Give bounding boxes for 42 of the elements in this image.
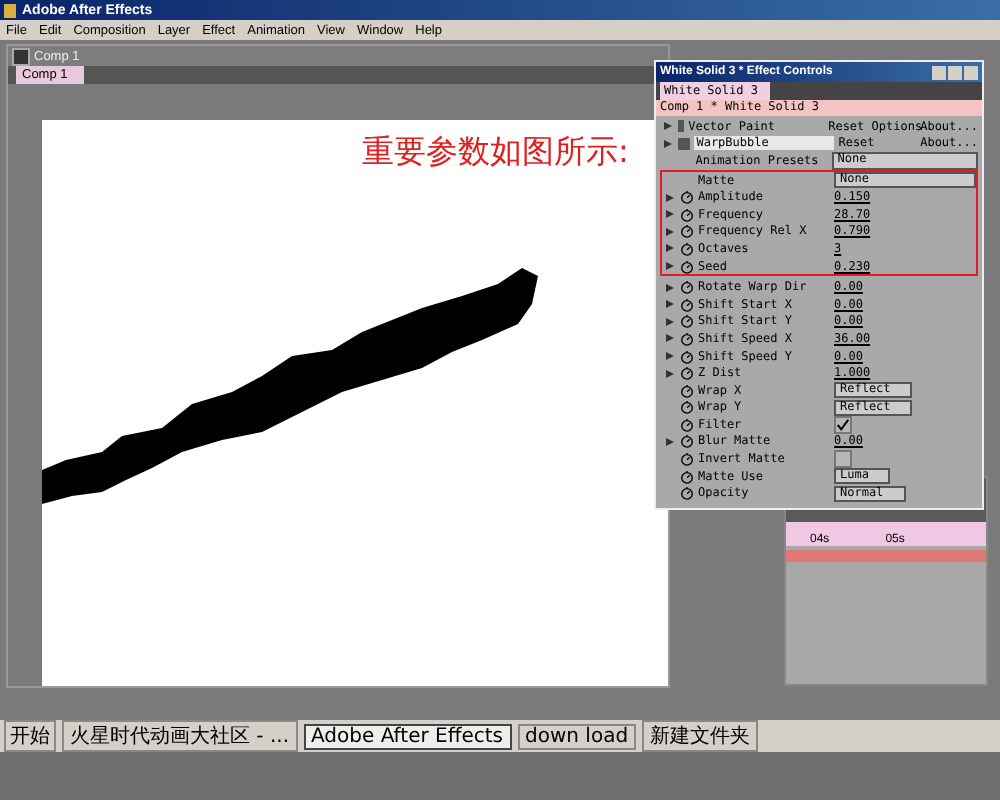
app-icon bbox=[4, 3, 16, 17]
taskbar-button[interactable]: 新建文件夹 bbox=[642, 720, 759, 752]
expand-triangle-icon[interactable] bbox=[666, 283, 674, 292]
comp-icon bbox=[12, 47, 30, 65]
annotation-text: 重要参数如图所示: bbox=[362, 132, 629, 174]
stopwatch-icon[interactable] bbox=[680, 207, 694, 222]
taskbar-button[interactable]: 火星时代动画大社区 - ... bbox=[62, 720, 298, 752]
stopwatch-icon[interactable] bbox=[680, 452, 694, 467]
expand-triangle-icon[interactable] bbox=[666, 262, 674, 271]
stopwatch-icon[interactable] bbox=[680, 417, 694, 432]
expand-triangle-icon[interactable] bbox=[666, 317, 674, 326]
expand-triangle-icon[interactable] bbox=[666, 437, 674, 446]
stopwatch-icon[interactable] bbox=[680, 469, 694, 484]
stopwatch-icon[interactable] bbox=[680, 434, 694, 449]
taskbar-button[interactable]: Adobe After Effects bbox=[303, 723, 512, 749]
taskbar-button[interactable]: down load bbox=[517, 723, 637, 749]
stopwatch-icon[interactable] bbox=[680, 224, 694, 239]
maximize-button[interactable] bbox=[948, 65, 962, 79]
stopwatch-icon[interactable] bbox=[680, 297, 694, 312]
minimize-button[interactable] bbox=[932, 65, 946, 79]
start-button[interactable]: 开始 bbox=[4, 720, 56, 752]
stopwatch-icon[interactable] bbox=[680, 280, 694, 295]
stopwatch-icon[interactable] bbox=[680, 314, 694, 329]
stopwatch-icon[interactable] bbox=[680, 349, 694, 364]
expand-triangle-icon[interactable] bbox=[666, 210, 674, 219]
stopwatch-icon[interactable] bbox=[680, 366, 694, 381]
expand-triangle-icon[interactable] bbox=[666, 334, 674, 343]
expand-triangle-icon[interactable] bbox=[666, 352, 674, 361]
expand-triangle-icon[interactable] bbox=[666, 193, 674, 202]
stopwatch-icon[interactable] bbox=[680, 383, 694, 398]
stopwatch-icon[interactable] bbox=[680, 400, 694, 415]
close-button[interactable] bbox=[964, 65, 978, 79]
expand-triangle-icon[interactable] bbox=[666, 369, 674, 378]
stopwatch-icon[interactable] bbox=[680, 331, 694, 346]
checkbox[interactable] bbox=[834, 450, 852, 469]
stopwatch-icon[interactable] bbox=[680, 241, 694, 256]
expand-triangle-icon[interactable] bbox=[666, 227, 674, 236]
expand-triangle-icon[interactable] bbox=[666, 244, 674, 253]
expand-triangle-icon[interactable] bbox=[666, 300, 674, 309]
stopwatch-icon[interactable] bbox=[680, 259, 694, 274]
stopwatch-icon[interactable] bbox=[680, 486, 694, 501]
stopwatch-icon[interactable] bbox=[680, 190, 694, 205]
